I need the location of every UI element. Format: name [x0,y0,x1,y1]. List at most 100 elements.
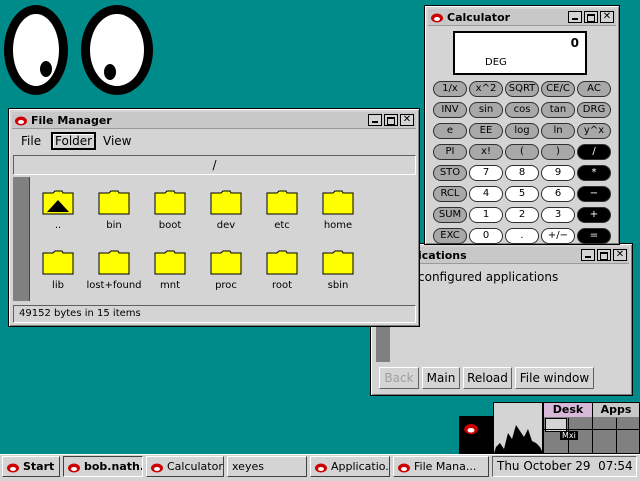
pager-desk-label[interactable]: Desk [544,403,592,417]
right-pupil [104,64,116,80]
menu-folder[interactable]: Folder [51,132,97,150]
calculator-titlebar[interactable]: Calculator ✕ [428,9,616,26]
close-button[interactable]: ✕ [613,249,627,261]
calc-key[interactable]: 9 [541,165,575,181]
folder-label: mnt [160,280,180,291]
task-applications[interactable]: Applicatio... [310,456,390,477]
maximize-button[interactable] [384,114,398,126]
file-window-button[interactable]: File window [515,367,594,389]
maximize-button[interactable] [584,11,598,23]
folder-icon[interactable] [266,249,298,275]
folder-icon[interactable] [210,189,242,215]
desktop-icon-tile[interactable] [459,416,495,454]
reload-button[interactable]: Reload [463,367,512,389]
maximize-button[interactable] [597,249,611,261]
calc-key[interactable]: 4 [469,186,503,202]
calculator-title: Calculator [447,10,511,24]
folder-label: home [323,220,353,231]
folder-icon[interactable] [266,189,298,215]
task-xeyes[interactable]: xeyes [227,456,307,477]
calc-key[interactable]: +/− [541,228,575,244]
calc-key[interactable]: EXC [433,228,467,244]
calc-key[interactable]: DRG [577,102,611,118]
main-button[interactable]: Main [422,367,460,389]
folder-icon[interactable] [322,189,354,215]
calc-key[interactable]: + [577,207,611,223]
desktop-pager[interactable]: Desk Apps Mxi [543,402,640,454]
task-calculator[interactable]: Calculator [146,456,224,477]
calc-key[interactable]: 1 [469,207,503,223]
pager-divider-v3 [616,418,617,454]
calc-key[interactable]: 0 [469,228,503,244]
redhat-icon [464,424,478,435]
calc-key[interactable]: tan [541,102,575,118]
calc-key[interactable]: cos [505,102,539,118]
folder-icon[interactable] [42,249,74,275]
minimize-button[interactable] [368,114,382,126]
calc-key[interactable]: 5 [505,186,539,202]
minimize-button[interactable] [568,11,582,23]
pager-apps-label[interactable]: Apps [593,403,639,417]
menu-view[interactable]: View [103,134,131,148]
calc-key[interactable]: / [577,144,611,160]
file-manager-titlebar[interactable]: File Manager ✕ [12,112,416,129]
folder-label: bin [106,220,122,231]
calc-key[interactable]: STO [433,165,467,181]
folder-icon[interactable] [98,249,130,275]
calc-key[interactable]: INV [433,102,467,118]
close-button[interactable]: ✕ [600,11,614,23]
calc-key[interactable]: e [433,123,467,139]
calc-key[interactable]: 7 [469,165,503,181]
folder-icon[interactable] [210,249,242,275]
calc-key[interactable]: CE/C [541,81,575,97]
folder-icon[interactable] [98,189,130,215]
clock: Thu October 29 07:54 [492,456,637,477]
minimize-button[interactable] [581,249,595,261]
back-button[interactable]: Back [379,367,419,389]
calc-key[interactable]: ) [541,144,575,160]
calc-key[interactable]: RCL [433,186,467,202]
calc-key[interactable]: − [577,186,611,202]
calc-key[interactable]: y^x [577,123,611,139]
task-file-manager[interactable]: File Mana... [393,456,489,477]
menu-file[interactable]: File [21,134,41,148]
start-button[interactable]: Start [2,456,60,477]
task-terminal[interactable]: bob.nath... [63,456,143,477]
calc-key[interactable]: 6 [541,186,575,202]
calc-key[interactable]: 2 [505,207,539,223]
calc-key[interactable]: EE [469,123,503,139]
calc-key[interactable]: sin [469,102,503,118]
left-eye-white [13,14,59,86]
folder-label: root [271,280,293,291]
file-manager-title: File Manager [31,113,112,127]
calc-key[interactable]: 8 [505,165,539,181]
folder-icon[interactable] [322,249,354,275]
calc-key[interactable]: . [505,228,539,244]
calc-key[interactable]: ln [541,123,575,139]
close-icon: ✕ [615,249,625,260]
close-button[interactable]: ✕ [400,114,414,126]
calc-key[interactable]: ( [505,144,539,160]
calc-key[interactable]: 3 [541,207,575,223]
load-monitor [493,402,543,454]
calc-key[interactable]: PI [433,144,467,160]
calc-key[interactable]: SUM [433,207,467,223]
calc-key[interactable]: AC [577,81,611,97]
calc-key[interactable]: x! [469,144,503,160]
task-label: Calculator [167,460,223,473]
calc-key[interactable]: * [577,165,611,181]
task-label: File Mana... [414,460,477,473]
calc-key[interactable]: 1/x [433,81,467,97]
minimize-icon [372,121,378,123]
folder-icon[interactable] [154,189,186,215]
calc-key[interactable]: x^2 [469,81,503,97]
calc-key[interactable]: log [505,123,539,139]
calc-key[interactable]: SQRT [505,81,539,97]
path-bar[interactable]: / [13,155,416,175]
parent-folder-icon[interactable] [42,189,74,215]
calc-key[interactable]: = [577,228,611,244]
maximize-icon [587,14,595,22]
folder-icon[interactable] [154,249,186,275]
left-pupil [40,61,52,77]
status-bar: 49152 bytes in 15 items [13,305,416,323]
